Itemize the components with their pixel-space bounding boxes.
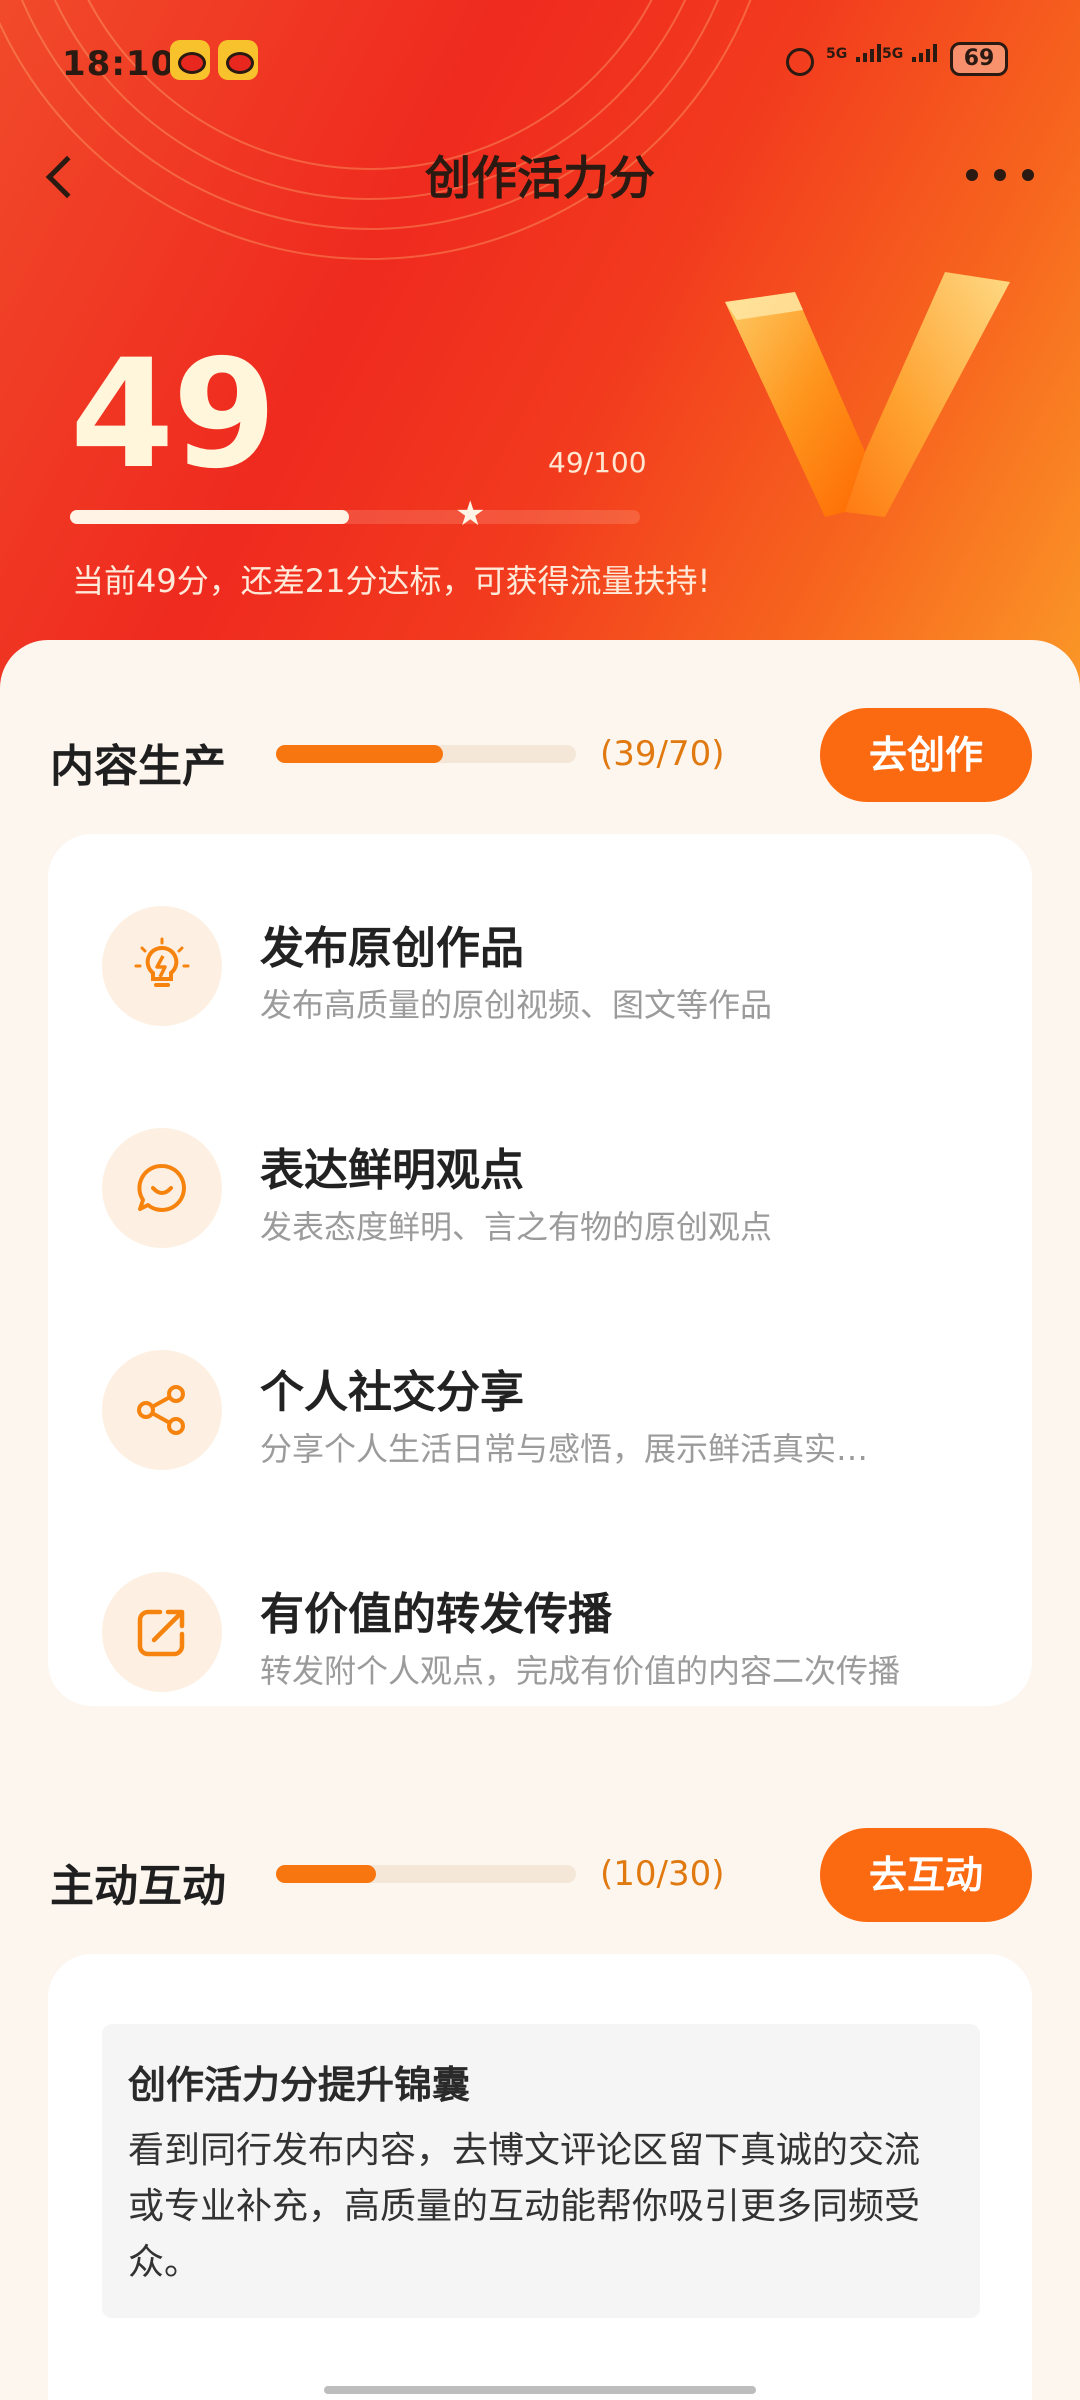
- task-title: 表达鲜明观点: [260, 1145, 524, 1196]
- network-type: 5G: [882, 46, 904, 62]
- task-desc: 发表态度鲜明、言之有物的原创观点: [260, 1208, 773, 1246]
- interaction-progress-fill: [276, 1865, 376, 1883]
- go-create-button[interactable]: 去创作: [820, 708, 1032, 802]
- content-progress-text: (39/70): [600, 734, 725, 774]
- task-desc: 发布高质量的原创视频、图文等作品: [260, 986, 773, 1024]
- target-star-icon: ★: [455, 494, 486, 534]
- alarm-icon: [786, 48, 814, 76]
- status-time: 18:10: [62, 44, 176, 84]
- status-bar: 18:10 5G 5G 69: [0, 0, 1080, 120]
- task-item[interactable]: 有价值的转发传播 转发附个人观点，完成有价值的内容二次传播: [48, 1526, 1032, 1726]
- section-title-content: 内容生产: [50, 741, 226, 792]
- content-sheet: 内容生产 (39/70) 去创作 发布原创作品 发布高质量的原创视频、图文等作品: [0, 640, 1080, 2400]
- interaction-progress-bar: [276, 1865, 576, 1883]
- score-progress-bar: [70, 510, 640, 524]
- score-fraction: 49/100: [548, 446, 647, 479]
- section-title-interaction: 主动互动: [50, 1861, 226, 1912]
- task-title: 发布原创作品: [260, 923, 524, 974]
- tip-body: 看到同行发布内容，去博文评论区留下真诚的交流或专业补充，高质量的互动能帮你吸引更…: [128, 2130, 921, 2283]
- interaction-card: 创作活力分提升锦囊 看到同行发布内容，去博文评论区留下真诚的交流或专业补充，高质…: [48, 1954, 1032, 2400]
- go-interact-button[interactable]: 去互动: [820, 1828, 1032, 1922]
- weibo-notification-icon: [170, 40, 210, 80]
- task-item[interactable]: 发布原创作品 发布高质量的原创视频、图文等作品: [48, 860, 1032, 1060]
- battery-icon: 69: [950, 42, 1008, 76]
- task-title: 个人社交分享: [260, 1367, 524, 1418]
- score-progress-fill: [70, 510, 350, 524]
- weibo-notification-icon: [218, 40, 258, 80]
- task-title: 有价值的转发传播: [260, 1589, 612, 1640]
- content-progress-fill: [276, 745, 444, 763]
- score-tip: 当前49分，还差21分达标，可获得流量扶持!: [72, 562, 711, 600]
- chat-bubble-icon: [102, 1128, 222, 1248]
- page-title: 创作活力分: [425, 151, 655, 205]
- task-desc: 分享个人生活日常与感悟，展示鲜活真实…: [260, 1430, 869, 1468]
- more-options-button[interactable]: [960, 150, 1040, 200]
- signal-icon: 5G: [826, 44, 882, 62]
- signal-icon: 5G: [882, 44, 938, 62]
- score-value: 49: [70, 328, 277, 502]
- task-item[interactable]: 个人社交分享 分享个人生活日常与感悟，展示鲜活真实…: [48, 1304, 1032, 1504]
- share-icon: [102, 1350, 222, 1470]
- tip-box: 创作活力分提升锦囊 看到同行发布内容，去博文评论区留下真诚的交流或专业补充，高质…: [102, 2024, 980, 2318]
- tip-title: 创作活力分提升锦囊: [128, 2063, 471, 2107]
- interaction-progress-text: (10/30): [600, 1854, 725, 1894]
- v-logo-icon: [725, 272, 1010, 517]
- task-desc: 转发附个人观点，完成有价值的内容二次传播: [260, 1652, 901, 1690]
- content-progress-bar: [276, 745, 576, 763]
- hero-banner: 18:10 5G 5G 69 创作活力分 49 49/100 ★ 当前49分，还…: [0, 0, 1080, 720]
- task-item[interactable]: 表达鲜明观点 发表态度鲜明、言之有物的原创观点: [48, 1082, 1032, 1282]
- forward-icon: [102, 1572, 222, 1692]
- home-indicator[interactable]: [324, 2386, 756, 2394]
- content-task-card: 发布原创作品 发布高质量的原创视频、图文等作品 表达鲜明观点 发表态度鲜明、言之…: [48, 834, 1032, 1706]
- lightbulb-icon: [102, 906, 222, 1026]
- network-type: 5G: [826, 46, 848, 62]
